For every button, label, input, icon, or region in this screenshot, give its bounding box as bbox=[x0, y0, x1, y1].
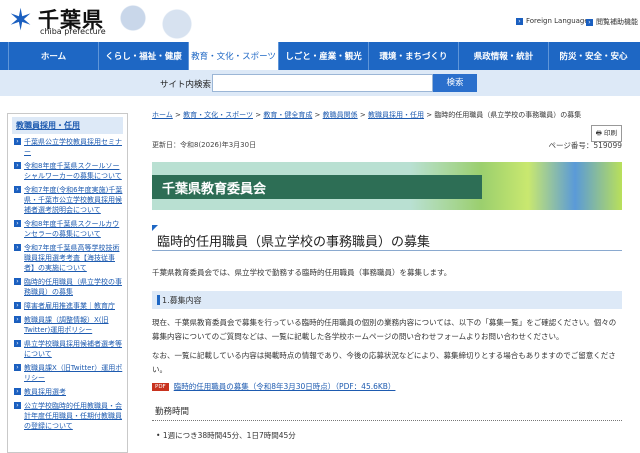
title-divider bbox=[152, 250, 622, 251]
sidebar-item[interactable]: › 公立学校臨時的任用教職員・会計年度任用職員・任期付教職員の登録について bbox=[14, 401, 123, 431]
breadcrumb-link[interactable]: 教育・文化・スポーツ bbox=[183, 111, 253, 119]
sidebar-item-label: 臨時的任用職員（県立学校の事務職員）の募集 bbox=[24, 278, 122, 296]
global-nav: ホーム くらし・福祉・健康 教育・文化・スポーツ しごと・産業・観光 環境・まち… bbox=[0, 42, 640, 70]
arrow-icon: › bbox=[14, 316, 21, 323]
sidebar-item[interactable]: › 教職員課（調整情報）X(旧Twitter)運用ポリシー bbox=[14, 315, 123, 335]
nav-home[interactable]: ホーム bbox=[8, 42, 98, 70]
nav-living[interactable]: くらし・福祉・健康 bbox=[98, 42, 188, 70]
pdf-download[interactable]: PDF 臨時的任用職員の募集（令和8年3月30日時点）（PDF：45.6KB） bbox=[152, 381, 395, 392]
arrow-icon: › bbox=[14, 278, 21, 285]
sidebar-item[interactable]: › 令和7年度(令和6年度実施)千葉県・千葉市公立学校教員採用候補者選考説明会につ… bbox=[14, 185, 123, 215]
sidebar-item-label: 千葉県公立学校教員採用セミナー bbox=[24, 138, 122, 156]
logo-subtitle: chiba prefecture bbox=[40, 27, 106, 36]
list-item: • 1週につき38時間45分、1日7時間45分 bbox=[156, 431, 296, 440]
arrow-icon: › bbox=[14, 402, 21, 409]
sidebar-item[interactable]: › 臨時的任用職員（県立学校の事務職員）の募集 bbox=[14, 277, 123, 297]
breadcrumb-link[interactable]: ホーム bbox=[152, 111, 173, 119]
sidebar-item[interactable]: › 県立学校職員採用候補者選考等について bbox=[14, 339, 123, 359]
breadcrumb-separator: > bbox=[312, 111, 323, 119]
sidebar-item[interactable]: › 教員採用選考 bbox=[14, 387, 123, 397]
arrow-icon: › bbox=[14, 186, 21, 193]
sidebar-item[interactable]: › 千葉県公立学校教員採用セミナー bbox=[14, 137, 123, 157]
nav-safety[interactable]: 防災・安全・安心 bbox=[548, 42, 638, 70]
breadcrumb-separator: > bbox=[253, 111, 264, 119]
print-label: 印刷 bbox=[604, 129, 617, 137]
intro-text: 千葉県教育委員会では、県立学校で勤務する臨時的任用職員（事務職員）を募集します。 bbox=[152, 268, 452, 277]
page-title: 臨時的任用職員（県立学校の事務職員）の募集 bbox=[157, 235, 431, 250]
arrow-icon: › bbox=[14, 302, 21, 309]
sidebar-item-label: 令和7年度(令和6年度実施)千葉県・千葉市公立学校教員採用候補者選考説明会につい… bbox=[24, 186, 123, 214]
paragraph: 現在、千葉県教育委員会で募集を行っている臨時的任用職員の個別の業務内容については… bbox=[152, 318, 617, 341]
pdf-icon: PDF bbox=[152, 382, 169, 391]
sidebar-item[interactable]: › 教職員課X（旧Twitter）運用ポリシー bbox=[14, 363, 123, 383]
nav-education[interactable]: 教育・文化・スポーツ bbox=[188, 42, 278, 70]
arrow-icon: › bbox=[14, 138, 21, 145]
sidebar-item-label: 教職員課（調整情報）X(旧Twitter)運用ポリシー bbox=[24, 316, 109, 334]
search-input[interactable] bbox=[212, 74, 433, 92]
sidebar-item-label: 令和7年度千葉県高等学校技術職員採用選考考査【海技従事者】の実施について bbox=[24, 244, 120, 272]
sidebar-heading[interactable]: 教職員採用・任用 bbox=[12, 117, 123, 134]
paragraph: なお、一覧に記載している内容は掲載時点の情報であり、今後の応募状況などにより、募… bbox=[152, 351, 616, 374]
sidebar-item[interactable]: › 令和8年度千葉県スクールソーシャルワーカーの募集について bbox=[14, 161, 123, 181]
arrow-icon: › bbox=[14, 162, 21, 169]
nav-environment[interactable]: 環境・まちづくり bbox=[368, 42, 458, 70]
sidebar-item-label: 県立学校職員採用候補者選考等について bbox=[24, 340, 122, 358]
section-heading: 1.募集内容 bbox=[152, 291, 622, 309]
sidebar-item-label: 障害者雇用推進事業｜教育庁 bbox=[24, 302, 115, 310]
site-header: ✶ 千葉県 chiba prefecture › Foreign Language… bbox=[0, 0, 640, 42]
sidebar-item[interactable]: › 障害者雇用推進事業｜教育庁 bbox=[14, 301, 123, 311]
sidebar: 教職員採用・任用 › 千葉県公立学校教員採用セミナー › 令和8年度千葉県スクールソー… bbox=[7, 113, 128, 453]
arrow-icon: › bbox=[586, 18, 593, 26]
link-label: 閲覧補助機能 bbox=[596, 18, 638, 26]
breadcrumb: ホーム > 教育・文化・スポーツ > 教育・健全育成 > 教職員関係 > 教職員… bbox=[152, 110, 581, 120]
nav-work[interactable]: しごと・産業・観光 bbox=[278, 42, 368, 70]
arrow-icon: › bbox=[14, 364, 21, 371]
arrow-icon: › bbox=[14, 388, 21, 395]
sidebar-item-label: 令和8年度千葉県スクールソーシャルワーカーの募集について bbox=[24, 162, 122, 180]
banner-title: 千葉県教育委員会 bbox=[162, 182, 267, 197]
banner-image: 千葉県教育委員会 bbox=[152, 162, 622, 210]
breadcrumb-separator: > bbox=[423, 111, 435, 119]
sidebar-item-label: 教職員課X（旧Twitter）運用ポリシー bbox=[24, 364, 123, 382]
breadcrumb-separator: > bbox=[172, 111, 184, 119]
search-button[interactable]: 検索 bbox=[433, 74, 477, 92]
arrow-icon: › bbox=[14, 244, 21, 251]
sidebar-item[interactable]: › 令和8年度千葉県スクールカウンセラーの募集について bbox=[14, 219, 123, 239]
arrow-icon: › bbox=[14, 340, 21, 347]
breadcrumb-link[interactable]: 教職員関係 bbox=[323, 111, 358, 119]
breadcrumb-current: 臨時的任用職員（県立学校の事務職員）の募集 bbox=[434, 111, 582, 119]
nav-government[interactable]: 県政情報・統計 bbox=[458, 42, 548, 70]
page-number: ページ番号：519099 bbox=[548, 141, 622, 150]
breadcrumb-link[interactable]: 教職員採用・任用 bbox=[368, 111, 424, 119]
tree-decoration-icon bbox=[100, 2, 210, 42]
sidebar-item-label: 教員採用選考 bbox=[24, 388, 66, 396]
search-label: サイト内検索 bbox=[160, 80, 212, 90]
sidebar-item-label: 令和8年度千葉県スクールカウンセラーの募集について bbox=[24, 220, 120, 238]
chiba-logo-icon[interactable]: ✶ bbox=[8, 6, 36, 38]
accessibility-link[interactable]: › 閲覧補助機能 bbox=[586, 17, 638, 27]
breadcrumb-separator: > bbox=[357, 111, 368, 119]
foreign-languages-link[interactable]: › Foreign Languages bbox=[516, 17, 592, 25]
arrow-icon: › bbox=[516, 17, 523, 25]
pdf-link[interactable]: 臨時的任用職員の募集（令和8年3月30日時点）（PDF：45.6KB） bbox=[174, 381, 396, 392]
list-item-text: 1週につき38時間45分、1日7時間45分 bbox=[162, 431, 296, 440]
work-hours-heading: 勤務時間 bbox=[155, 407, 190, 417]
divider bbox=[152, 420, 622, 421]
sidebar-item[interactable]: › 令和7年度千葉県高等学校技術職員採用選考考査【海技従事者】の実施について bbox=[14, 243, 123, 273]
breadcrumb-link[interactable]: 教育・健全育成 bbox=[263, 111, 312, 119]
link-label: Foreign Languages bbox=[526, 17, 593, 25]
sidebar-item-label: 公立学校臨時的任用教職員・会計年度任用職員・任期付教職員の登録について bbox=[24, 402, 122, 430]
arrow-icon: › bbox=[14, 220, 21, 227]
updated-date: 更新日：令和8(2026)年3月30日 bbox=[152, 141, 257, 149]
